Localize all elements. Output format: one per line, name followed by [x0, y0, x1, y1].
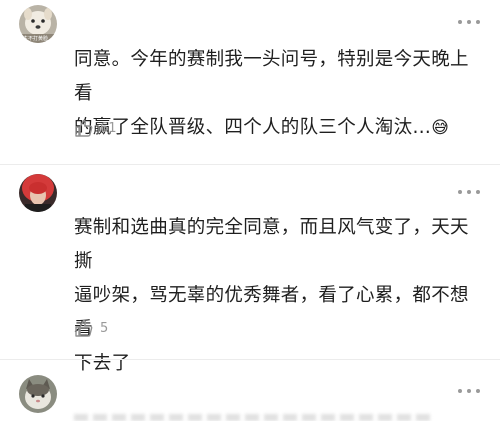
comment-line: 同意。今年的赛制我一头问号，特别是今天晚上看 — [74, 49, 469, 104]
comment-line: 的赢了全队晋级、四个人的队三个人淘汰…😅 — [74, 117, 450, 138]
comment-text: 同意。今年的赛制我一头问号，特别是今天晚上看 的赢了全队晋级、四个人的队三个人淘… — [74, 43, 470, 145]
thumbs-up-icon — [75, 319, 93, 337]
comment-item — [0, 360, 500, 421]
comment-line: 逼吵架，骂无辜的优秀舞者，看了心累，都不想看 — [74, 285, 469, 340]
more-dots-icon — [458, 389, 462, 393]
comment-line: 赛制和选曲真的完全同意，而且风气变了，天天撕 — [74, 217, 469, 272]
cat-avatar-image — [19, 375, 57, 413]
red-hair-avatar-image — [19, 174, 57, 212]
avatar[interactable]: 主不打黄脸 — [19, 5, 57, 43]
more-options-button[interactable] — [458, 19, 480, 25]
like-count: 5 — [100, 320, 109, 336]
like-button[interactable]: 5 — [74, 316, 108, 340]
more-options-button[interactable] — [458, 388, 480, 394]
thumbs-up-icon — [75, 119, 93, 137]
sweat-smile-emoji-icon: 😅 — [431, 118, 450, 138]
avatar[interactable] — [19, 375, 57, 413]
avatar-caption: 主不打黄脸 — [23, 36, 49, 42]
comment-item: 主不打黄脸 同意。今年的赛制我一头问号，特别是今天晚上看 的赢了全队晋级、四个人… — [0, 0, 500, 164]
comment-item: 赛制和选曲真的完全同意，而且风气变了，天天撕 逼吵架，骂无辜的优秀舞者，看了心累… — [0, 165, 500, 374]
more-dots-icon — [458, 190, 462, 194]
cut-off-comment-text — [74, 414, 434, 421]
like-count: 61 — [100, 120, 117, 136]
avatar[interactable] — [19, 174, 57, 212]
more-options-button[interactable] — [458, 189, 480, 195]
comment-text: 赛制和选曲真的完全同意，而且风气变了，天天撕 逼吵架，骂无辜的优秀舞者，看了心累… — [74, 211, 470, 381]
like-button[interactable]: 61 — [74, 116, 117, 140]
more-dots-icon — [458, 20, 462, 24]
